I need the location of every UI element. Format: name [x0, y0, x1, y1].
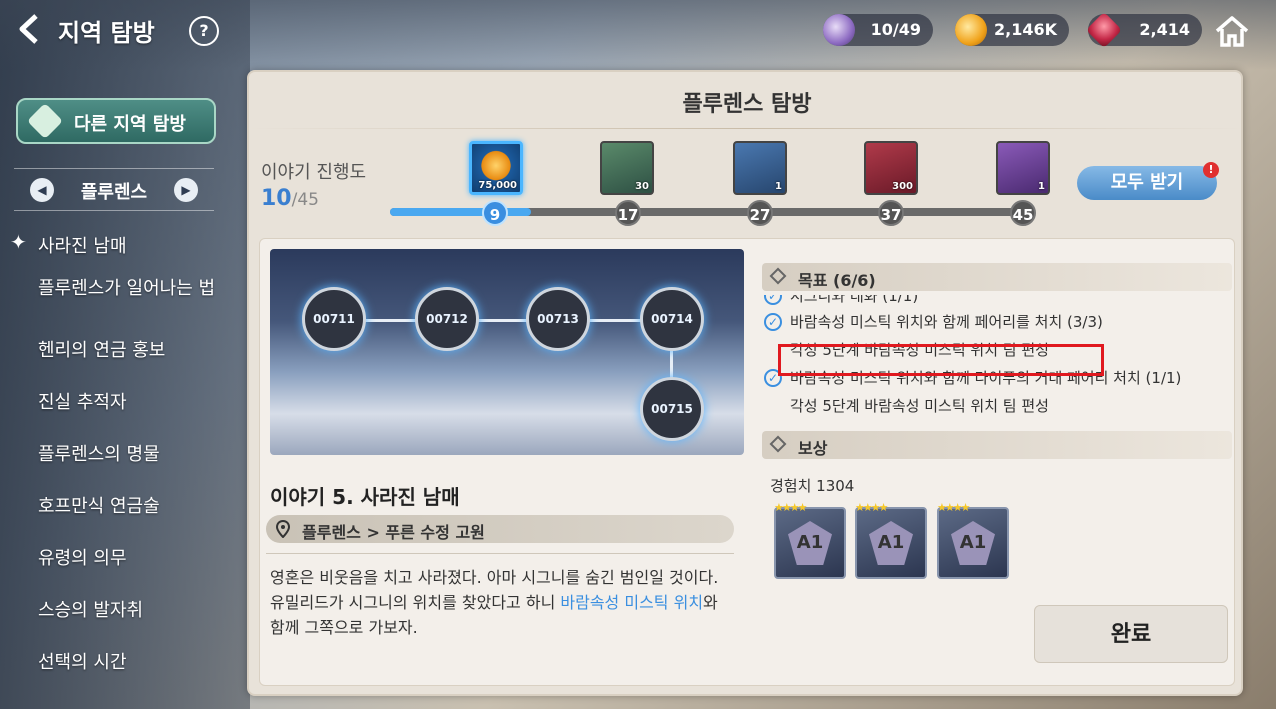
- chevron-left-icon: [19, 14, 38, 44]
- title-divider: [249, 128, 1245, 129]
- reward-qty: 1: [1038, 181, 1045, 192]
- rewards-header: 보상: [762, 431, 1232, 459]
- potion-icon: [823, 14, 855, 46]
- stage-node-2[interactable]: 00712: [415, 287, 479, 351]
- back-button[interactable]: [14, 12, 48, 46]
- reward-qty: 300: [892, 181, 913, 192]
- story-item-7[interactable]: 유령의 의무: [38, 548, 238, 569]
- help-icon[interactable]: ?: [189, 16, 219, 46]
- other-region-button[interactable]: 다른 지역 탐방: [16, 98, 216, 144]
- story-item-8[interactable]: 스승의 발자취: [38, 600, 238, 621]
- progress-total: /45: [291, 190, 319, 210]
- progress-label: 이야기 진행도: [261, 162, 367, 183]
- currency-value: 2,146K: [993, 20, 1057, 39]
- story-item-2[interactable]: 플루렌스가 일어나는 법: [38, 278, 238, 299]
- milestone-marker: 45: [1010, 200, 1036, 226]
- milestone-marker: 9: [482, 200, 508, 226]
- story-item-4[interactable]: 진실 추적자: [38, 392, 238, 413]
- notification-badge: !: [1203, 162, 1219, 178]
- star-rating: ★★★★: [774, 501, 807, 514]
- complete-button[interactable]: 완료: [1034, 605, 1228, 663]
- other-region-label: 다른 지역 탐방: [74, 114, 186, 135]
- stage-node-1[interactable]: 00711: [302, 287, 366, 351]
- diamond-icon: [769, 267, 787, 285]
- divider: [14, 168, 214, 169]
- stage-node-3[interactable]: 00713: [526, 287, 590, 351]
- milestone-reward-3[interactable]: 1: [733, 141, 787, 195]
- objective-subtext: 각성 5단계 바람속성 미스틱 위치 팀 편성: [790, 397, 1049, 415]
- location-pin-icon: [276, 520, 290, 538]
- story-description: 영혼은 비웃음을 치고 사라졌다. 아마 시그니를 숨긴 범인일 것이다. 유밀…: [270, 565, 730, 640]
- highlight-box: [778, 344, 1104, 376]
- star-rating: ★★★★: [937, 501, 970, 514]
- story-map-image: 00711 00712 00713 00714 00715: [270, 249, 744, 455]
- home-button[interactable]: [1214, 14, 1250, 48]
- next-region-button[interactable]: ▶: [174, 178, 198, 202]
- reward-item[interactable]: ★★★★ A1: [774, 501, 846, 579]
- story-item-5[interactable]: 플루렌스의 명물: [38, 444, 238, 465]
- story-item-1[interactable]: 사라진 남매: [38, 236, 238, 257]
- reward-item[interactable]: ★★★★ A1: [855, 501, 927, 579]
- reward-qty: 75,000: [478, 180, 517, 191]
- region-selector: ◀ 플루렌스 ▶: [14, 174, 214, 206]
- check-icon: ✓: [764, 295, 782, 305]
- milestone-marker: 27: [747, 200, 773, 226]
- location-bar: 플루렌스 > 푸른 수정 고원: [266, 515, 734, 543]
- page-title: 지역 탐방: [58, 19, 155, 47]
- progress-current: 10: [261, 186, 292, 211]
- currency-gem[interactable]: 2,414: [1085, 11, 1202, 49]
- progress-fill: [390, 208, 531, 216]
- currency-value: 10/49: [870, 20, 921, 39]
- divider: [266, 553, 734, 554]
- currency-potion[interactable]: 10/49: [823, 14, 933, 46]
- milestone-reward-2[interactable]: 30: [600, 141, 654, 195]
- exp-reward: 경험치 1304: [770, 477, 855, 495]
- currency-gold[interactable]: 2,146K: [955, 14, 1069, 46]
- gold-coin-icon: [955, 14, 987, 46]
- star-rating: ★★★★: [855, 501, 888, 514]
- progress-count: 10/45: [261, 186, 319, 211]
- rune-icon: A1: [951, 521, 995, 565]
- stage-node-4[interactable]: 00714: [640, 287, 704, 351]
- exploration-panel: 플루렌스 탐방 이야기 진행도 10/45 75,000 30 1 300 1 …: [247, 70, 1245, 696]
- reward-qty: 30: [635, 181, 649, 192]
- panel-title: 플루렌스 탐방: [682, 92, 812, 117]
- rune-icon: A1: [869, 521, 913, 565]
- objectives-header: 목표 (6/6): [762, 263, 1232, 291]
- rewards-title: 보상: [798, 439, 828, 458]
- selected-sparkle-icon: ✦: [10, 230, 27, 254]
- stage-node-5[interactable]: 00715: [640, 377, 704, 441]
- objectives-title: 목표 (6/6): [798, 271, 876, 290]
- milestone-reward-1[interactable]: 75,000: [469, 141, 523, 195]
- home-icon: [1215, 16, 1249, 47]
- divider: [14, 210, 214, 211]
- rune-icon: A1: [788, 521, 832, 565]
- objective-text: 시그니와 대화 (1/1): [790, 295, 919, 305]
- stage-path: [330, 319, 670, 322]
- location-text: 플루렌스 > 푸른 수정 고원: [302, 523, 485, 542]
- objective-text: 바람속성 미스틱 위치와 함께 페어리를 처치 (3/3): [790, 313, 1103, 331]
- diamond-icon: [769, 435, 787, 453]
- currency-value: 2,414: [1139, 20, 1190, 39]
- check-icon: ✓: [764, 313, 782, 331]
- milestone-reward-4[interactable]: 300: [864, 141, 918, 195]
- story-item-6[interactable]: 호프만식 연금술: [38, 496, 238, 517]
- story-item-3[interactable]: 헨리의 연금 홍보: [38, 340, 238, 361]
- reward-item[interactable]: ★★★★ A1: [937, 501, 1009, 579]
- description-highlight: 바람속성 미스틱 위치: [560, 593, 704, 612]
- story-title: 이야기 5. 사라진 남매: [270, 485, 460, 509]
- milestone-reward-5[interactable]: 1: [996, 141, 1050, 195]
- claim-all-button[interactable]: 모두 받기: [1077, 166, 1217, 200]
- story-item-9[interactable]: 선택의 시간: [38, 652, 238, 673]
- story-detail: 00711 00712 00713 00714 00715 이야기 5. 사라진…: [259, 238, 1235, 686]
- map-icon: [26, 102, 64, 140]
- milestone-marker: 17: [615, 200, 641, 226]
- milestone-marker: 37: [878, 200, 904, 226]
- reward-qty: 1: [775, 181, 782, 192]
